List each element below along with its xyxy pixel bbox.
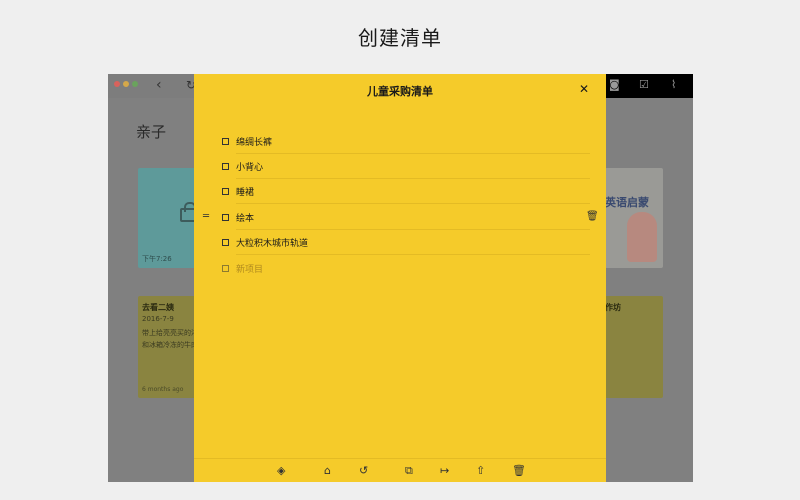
checkbox[interactable]	[222, 188, 229, 195]
close-icon[interactable]: ✕	[579, 82, 589, 96]
card-body-line: 和冰箱冷冻的牛肉	[142, 341, 198, 349]
page-title: 创建清单	[358, 26, 442, 50]
workshop-card[interactable]: 作坊	[605, 296, 663, 398]
card-date: 2016-7-9	[142, 315, 174, 323]
checkbox[interactable]	[222, 138, 229, 145]
drag-handle-icon[interactable]: ═	[203, 211, 209, 222]
move-icon[interactable]: ↦	[440, 464, 449, 477]
checkbox-icon[interactable]: ☑	[639, 78, 649, 91]
paperclip-icon[interactable]: ⌇	[671, 78, 676, 91]
book-card[interactable]: 英语启蒙	[605, 168, 663, 268]
lock-icon[interactable]: ⌂	[324, 464, 331, 477]
card-body-line: 带上给亮亮买的洋	[142, 329, 198, 337]
checkbox[interactable]	[222, 214, 229, 221]
checkbox[interactable]	[222, 163, 229, 170]
camera-icon[interactable]: ◙	[609, 78, 620, 91]
item-label[interactable]: 绵绸长裤	[236, 135, 272, 148]
note-card[interactable]: 去看二姨 2016-7-9 带上给亮亮买的洋 和冰箱冷冻的牛肉 6 months…	[138, 296, 198, 398]
locked-note-card[interactable]: 下午7:26	[138, 168, 198, 268]
zoom-window-button[interactable]	[132, 81, 138, 87]
checklist-item[interactable]: 绵绸长裤	[194, 129, 606, 154]
toolbar-right: ◙ ☑ ⌇	[605, 74, 693, 98]
item-label[interactable]: 大粒积木城市轨道	[236, 236, 308, 249]
checkbox	[222, 265, 229, 272]
history-icon[interactable]: ↺	[359, 464, 368, 477]
card-age: 6 months ago	[142, 386, 184, 393]
checklist-item[interactable]: ═ 绘本 🗑	[194, 205, 606, 230]
close-window-button[interactable]	[114, 81, 120, 87]
new-item-input[interactable]: 新项目	[236, 262, 263, 275]
card-time: 下午7:26	[142, 255, 172, 263]
card-title: 作坊	[605, 303, 621, 312]
book-cover-text: 英语启蒙	[605, 196, 649, 209]
checklist-item[interactable]: 大粒积木城市轨道	[194, 230, 606, 255]
minimize-window-button[interactable]	[123, 81, 129, 87]
item-divider	[236, 254, 590, 255]
item-divider	[236, 203, 590, 204]
item-label[interactable]: 绘本	[236, 211, 254, 224]
checklist-title: 儿童采购清单	[367, 85, 433, 98]
share-icon[interactable]: ⇧	[476, 464, 485, 477]
book-illustration	[627, 212, 657, 262]
section-title: 亲子	[136, 123, 167, 141]
card-body: 带上给亮亮买的洋 和冰箱冷冻的牛肉	[142, 327, 198, 351]
item-label[interactable]: 睡裙	[236, 185, 254, 198]
item-label[interactable]: 小背心	[236, 160, 263, 173]
trash-icon[interactable]: 🗑	[512, 464, 526, 477]
new-item-row[interactable]: 新项目	[194, 256, 606, 281]
checkbox[interactable]	[222, 239, 229, 246]
duplicate-icon[interactable]: ⧉	[405, 464, 413, 478]
back-icon[interactable]: ‹	[156, 77, 162, 93]
checklist-item[interactable]: 睡裙	[194, 179, 606, 204]
paint-bucket-icon[interactable]: ◈	[277, 464, 285, 477]
card-title: 去看二姨	[142, 303, 174, 312]
modal-footer: ◈ ⌂ ↺ ⧉ ↦ ⇧ 🗑	[194, 458, 606, 482]
checklist-item[interactable]: 小背心	[194, 154, 606, 179]
checklist-modal: 儿童采购清单 ✕ 绵绸长裤 小背心 睡裙 ═ 绘本 🗑 大粒积木城市轨道 新项目…	[194, 74, 606, 482]
trash-icon[interactable]: 🗑	[586, 211, 599, 222]
